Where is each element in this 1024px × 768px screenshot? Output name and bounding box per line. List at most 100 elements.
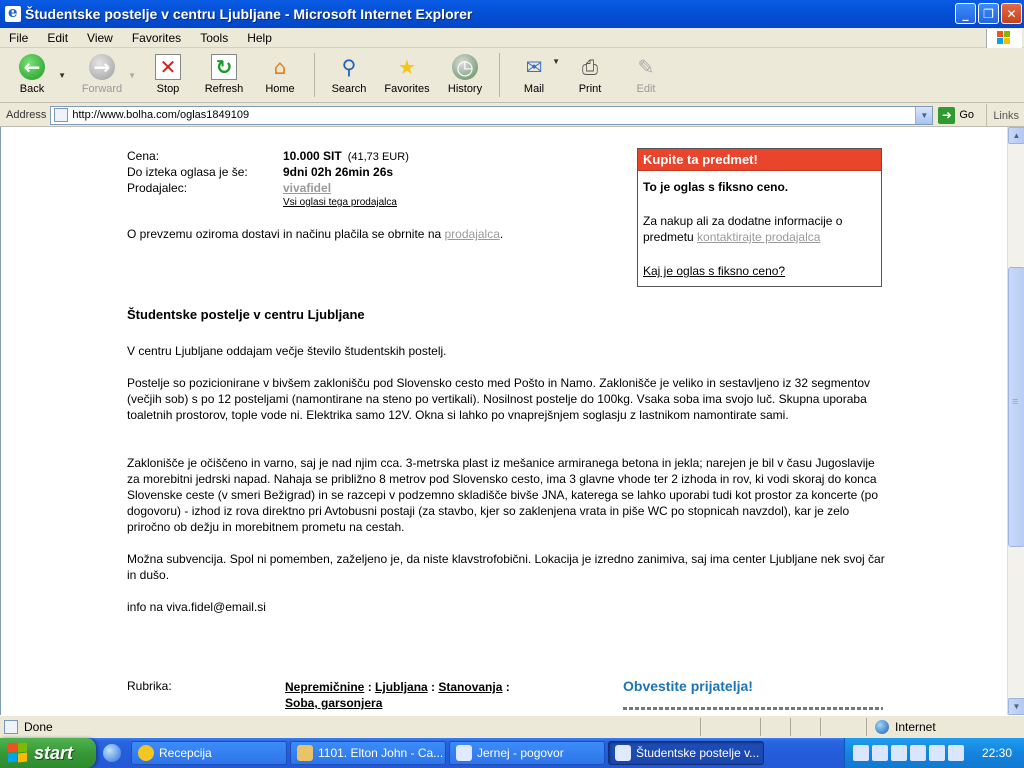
links-button[interactable]: Links [986,104,1024,127]
tray-icon[interactable] [872,745,888,761]
quick-launch [96,744,128,762]
address-dropdown-icon[interactable]: ▼ [915,106,933,124]
menu-view[interactable]: View [78,31,123,45]
seller-ads-link[interactable]: Vsi oglasi tega prodajalca [283,197,397,208]
breadcrumb [127,127,647,130]
scroll-thumb[interactable] [1008,267,1024,547]
address-bar: Address ▼ ➜ Go Links [0,104,1024,127]
print-button[interactable]: ⎙ Print [562,49,618,101]
mail-button[interactable]: ✉ Mail ▼ [506,49,562,101]
music-icon [297,745,313,761]
taskbar-button-music[interactable]: 1101. Elton John - Ca... [290,741,446,765]
taskbar: start Recepcija 1101. Elton John - Ca...… [0,738,1024,768]
minimize-button[interactable]: _ [955,3,976,24]
page-icon [54,108,69,122]
category-link[interactable]: Soba, garsonjera [285,696,382,710]
seller-link[interactable]: vivafidel [283,181,331,195]
menu-file[interactable]: File [0,31,38,45]
ad-paragraph: Zaklonišče je očiščeno in varno, saj je … [127,456,879,534]
expires-value: 9dni 02h 26min 26s [283,165,394,179]
star-icon: ★ [398,55,416,79]
category-link[interactable]: Nepremičnine [285,680,364,694]
forward-button[interactable]: → Forward ▼ [74,49,136,101]
smiley-icon [138,745,154,761]
status-bar: Done Internet [0,715,1024,738]
tray-icon[interactable] [891,745,907,761]
back-button[interactable]: ← Back ▼ [4,49,66,101]
close-button[interactable]: ✕ [1001,3,1022,24]
go-arrow-icon: ➜ [938,106,956,124]
scroll-down-icon[interactable]: ▼ [1008,698,1024,715]
tray-icon[interactable] [948,745,964,761]
address-input[interactable] [72,109,903,121]
ad-contact-email: info na viva.fidel@email.si [127,600,266,614]
chat-icon [456,745,472,761]
security-zone: Internet [866,718,936,736]
back-dropdown-icon[interactable]: ▼ [58,71,66,80]
title-bar: Študentske postelje v centru Ljubljane -… [0,0,1024,28]
buy-box-header: Kupite ta predmet! [638,149,881,171]
seller-label: Prodajalec: [127,181,188,195]
ie-icon [5,3,21,22]
printer-icon: ⎙ [582,55,598,79]
status-text: Done [24,720,53,734]
maximize-button[interactable]: ❐ [978,3,999,24]
taskbar-button-browser[interactable]: Študentske postelje v... [608,741,764,765]
taskbar-button-recepcija[interactable]: Recepcija [131,741,287,765]
start-button[interactable]: start [0,738,96,768]
status-divider [760,718,761,736]
forward-arrow-icon: → [89,54,115,80]
contact-seller-link-box[interactable]: kontaktirajte prodajalca [697,230,820,244]
home-icon: ⌂ [273,55,287,79]
address-label: Address [6,109,47,121]
search-icon: ⚲ [341,55,357,79]
cut-off-text [623,707,883,715]
status-divider [790,718,791,736]
refresh-icon: ↻ [211,54,237,80]
network-icon[interactable] [853,745,869,761]
category-path: Nepremičnine : Ljubljana : Stanovanja : … [285,680,510,710]
windows-flag-icon [997,31,1011,45]
category-link[interactable]: Ljubljana [375,680,428,694]
mail-icon: ✉ [525,55,543,79]
favorites-button[interactable]: ★ Favorites [377,49,437,101]
menu-edit[interactable]: Edit [38,31,78,45]
search-button[interactable]: ⚲ Search [321,49,377,101]
home-button[interactable]: ⌂ Home [252,49,308,101]
menu-bar: File Edit View Favorites Tools Help [0,28,1024,48]
forward-dropdown-icon[interactable]: ▼ [128,71,136,80]
refresh-button[interactable]: ↻ Refresh [196,49,252,101]
contact-seller-link[interactable]: prodajalca [445,227,500,241]
window-title: Študentske postelje v centru Ljubljane -… [25,6,473,22]
system-tray: 22:30 [844,738,1024,768]
status-divider [820,718,821,736]
address-field[interactable]: ▼ [50,105,934,125]
page-done-icon [4,720,18,734]
status-divider [700,718,701,736]
category-link[interactable]: Stanovanja [438,680,502,694]
buy-info: Za nakup ali za dodatne informacije o pr… [643,214,843,244]
window-controls: _ ❐ ✕ [955,3,1022,24]
vertical-scrollbar[interactable]: ▲ ▼ [1007,127,1024,715]
mail-dropdown-icon[interactable]: ▼ [552,57,560,66]
page-content: Cena: 10.000 SIT (41,73 EUR) Do izteka og… [0,127,1007,715]
fixed-price-note: To je oglas s fiksno ceno. [643,180,789,194]
ad-paragraph: Postelje so pozicionirane v bivšem zaklo… [127,376,871,422]
toolbar: ← Back ▼ → Forward ▼ ✕ Stop ↻ Refresh ⌂ … [0,49,1024,103]
edit-button[interactable]: ✎ Edit [618,49,674,101]
go-button[interactable]: ➜ Go [938,106,974,124]
menu-help[interactable]: Help [238,31,282,45]
taskbar-button-chat[interactable]: Jernej - pogovor [449,741,605,765]
menu-tools[interactable]: Tools [191,31,238,45]
tray-icon[interactable] [910,745,926,761]
volume-icon[interactable] [929,745,945,761]
fixed-price-help-link[interactable]: Kaj je oglas s fiksno ceno? [643,263,876,279]
menu-favorites[interactable]: Favorites [123,31,191,45]
ad-paragraph: V centru Ljubljane oddajam večje število… [127,344,447,358]
ie-quicklaunch-icon[interactable] [103,744,121,762]
stop-button[interactable]: ✕ Stop [140,49,196,101]
history-button[interactable]: ◷ History [437,49,493,101]
price-label: Cena: [127,149,160,163]
scroll-up-icon[interactable]: ▲ [1008,127,1024,144]
expires-label: Do izteka oglasa je še: [127,165,248,179]
